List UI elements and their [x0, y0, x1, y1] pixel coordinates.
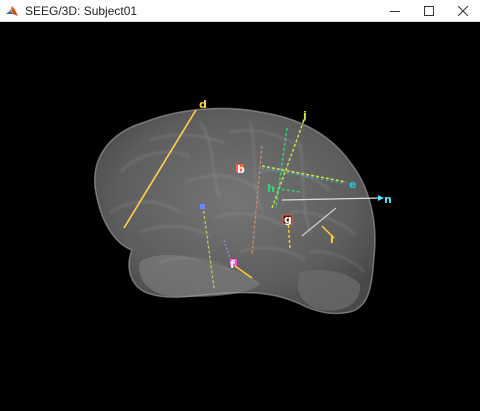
electrode-label-d: d [199, 98, 207, 111]
close-button[interactable] [446, 0, 480, 22]
electrode-label-b: b [237, 163, 245, 176]
brain-3d-scene[interactable]: d j b h e n g i f [0, 22, 480, 411]
title-bar[interactable]: SEEG/3D: Subject01 [0, 0, 480, 22]
3d-viewport[interactable]: d j b h e n g i f [0, 22, 480, 411]
close-icon [458, 6, 468, 16]
electrode-label-i: i [330, 233, 334, 246]
maximize-icon [424, 6, 434, 16]
electrode-label-j: j [302, 109, 307, 122]
window-controls [378, 0, 480, 22]
electrode-label-f: f [230, 258, 235, 271]
matlab-app-icon [5, 4, 19, 18]
window-title: SEEG/3D: Subject01 [25, 3, 138, 18]
electrode-label-n: n [384, 193, 392, 206]
seeg-3d-window: SEEG/3D: Subject01 d j b h e n g i f [0, 0, 480, 411]
maximize-button[interactable] [412, 0, 446, 22]
electrode-label-e: e [349, 178, 356, 191]
electrode-label-h: h [267, 182, 275, 195]
minimize-button[interactable] [378, 0, 412, 22]
minimize-icon [390, 11, 400, 12]
electrode-label-g: g [284, 213, 292, 226]
